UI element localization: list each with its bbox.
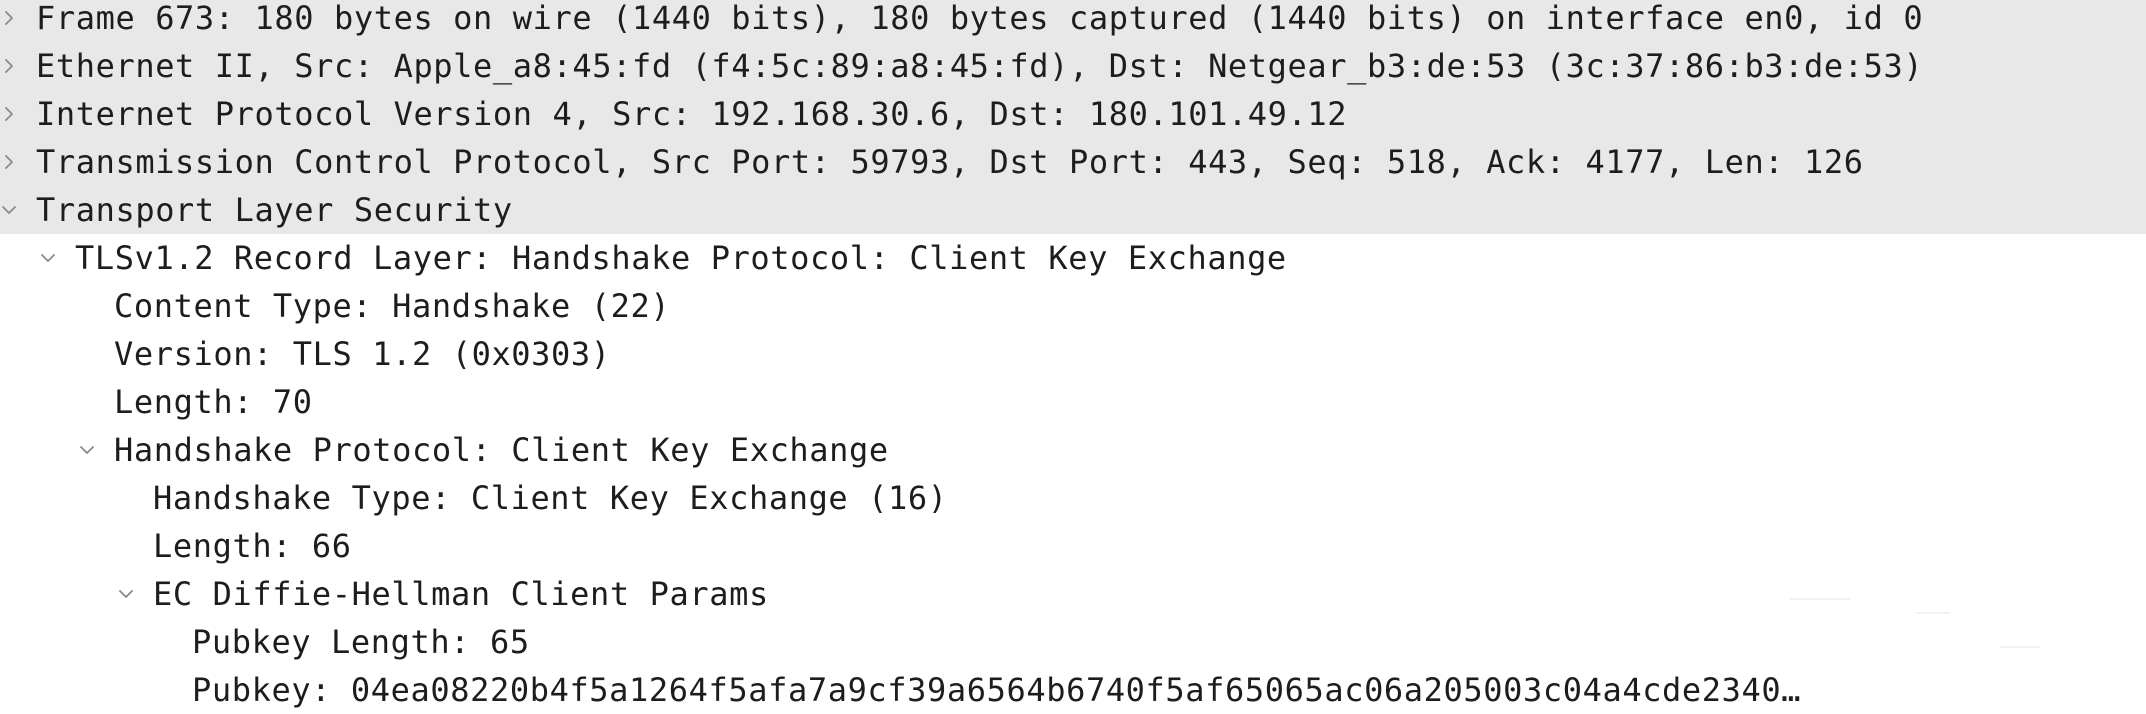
tree-row-label: TLSv1.2 Record Layer: Handshake Protocol… xyxy=(75,239,1287,277)
chevron-down-icon[interactable] xyxy=(111,570,141,618)
tree-row-label: Pubkey: 04ea08220b4f5a1264f5afa7a9cf39a6… xyxy=(192,671,1802,709)
background-artifact xyxy=(2000,646,2040,648)
chevron-right-icon[interactable] xyxy=(0,0,24,42)
tree-row-label: Transport Layer Security xyxy=(36,191,513,229)
tree-row-label: Length: 66 xyxy=(153,527,352,565)
chevron-down-icon[interactable] xyxy=(0,186,24,234)
tree-row-label: Version: TLS 1.2 (0x0303) xyxy=(114,335,611,373)
tree-row-label: Handshake Protocol: Client Key Exchange xyxy=(114,431,889,469)
tree-row[interactable]: Internet Protocol Version 4, Src: 192.16… xyxy=(0,90,2146,138)
tree-row[interactable]: Length: 66 xyxy=(0,522,2146,570)
packet-details-tree: Frame 673: 180 bytes on wire (1440 bits)… xyxy=(0,0,2146,714)
chevron-right-icon[interactable] xyxy=(0,42,24,90)
tree-row-label: Handshake Type: Client Key Exchange (16) xyxy=(153,479,948,517)
tree-row-label: Length: 70 xyxy=(114,383,313,421)
tree-row[interactable]: Handshake Protocol: Client Key Exchange xyxy=(0,426,2146,474)
tree-row[interactable]: Frame 673: 180 bytes on wire (1440 bits)… xyxy=(0,0,2146,42)
tree-row[interactable]: EC Diffie-Hellman Client Params xyxy=(0,570,2146,618)
tree-row[interactable]: Length: 70 xyxy=(0,378,2146,426)
tree-row-label: Transmission Control Protocol, Src Port:… xyxy=(36,143,1864,181)
tree-row[interactable]: Pubkey Length: 65 xyxy=(0,618,2146,666)
background-artifact xyxy=(1790,598,1850,600)
tree-row[interactable]: Version: TLS 1.2 (0x0303) xyxy=(0,330,2146,378)
chevron-right-icon[interactable] xyxy=(0,90,24,138)
chevron-down-icon[interactable] xyxy=(33,234,63,282)
tree-row-label: Frame 673: 180 bytes on wire (1440 bits)… xyxy=(36,0,1924,37)
chevron-down-icon[interactable] xyxy=(72,426,102,474)
tree-row-label: Pubkey Length: 65 xyxy=(192,623,530,661)
tree-row-label: Content Type: Handshake (22) xyxy=(114,287,671,325)
tree-row[interactable]: TLSv1.2 Record Layer: Handshake Protocol… xyxy=(0,234,2146,282)
tree-row-label: Ethernet II, Src: Apple_a8:45:fd (f4:5c:… xyxy=(36,47,1924,85)
tree-row[interactable]: Ethernet II, Src: Apple_a8:45:fd (f4:5c:… xyxy=(0,42,2146,90)
tree-row[interactable]: Content Type: Handshake (22) xyxy=(0,282,2146,330)
tree-row[interactable]: Handshake Type: Client Key Exchange (16) xyxy=(0,474,2146,522)
tree-row[interactable]: Pubkey: 04ea08220b4f5a1264f5afa7a9cf39a6… xyxy=(0,666,2146,714)
chevron-right-icon[interactable] xyxy=(0,138,24,186)
tree-row-label: EC Diffie-Hellman Client Params xyxy=(153,575,769,613)
background-artifact xyxy=(1915,612,1950,614)
tree-row[interactable]: Transport Layer Security xyxy=(0,186,2146,234)
tree-row-label: Internet Protocol Version 4, Src: 192.16… xyxy=(36,95,1348,133)
tree-row[interactable]: Transmission Control Protocol, Src Port:… xyxy=(0,138,2146,186)
